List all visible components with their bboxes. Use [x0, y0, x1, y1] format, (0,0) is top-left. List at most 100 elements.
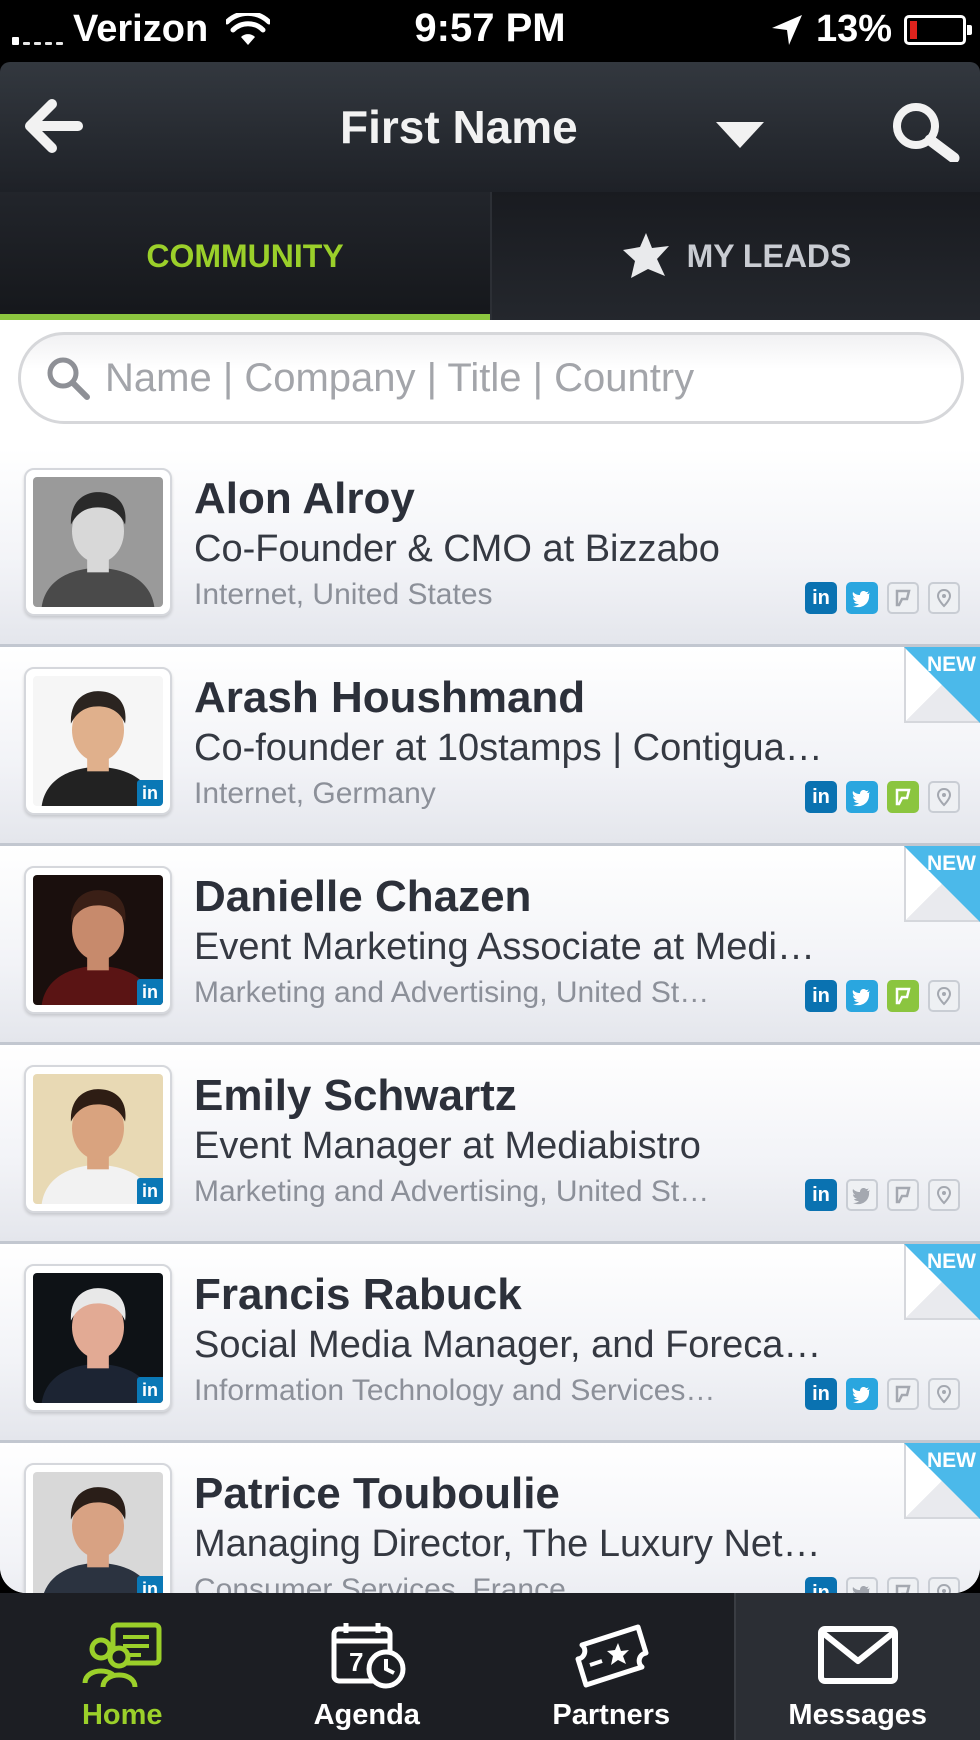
twitter-icon[interactable]: [846, 781, 878, 813]
linkedin-badge-icon: in: [137, 1178, 163, 1204]
profile-photo: in: [33, 1273, 163, 1403]
new-ribbon: NEW: [904, 1443, 980, 1519]
tab-partners-label: Partners: [552, 1699, 671, 1731]
twitter-icon[interactable]: [846, 1179, 878, 1211]
linkedin-badge-icon: in: [137, 979, 163, 1005]
new-ribbon: NEW: [904, 846, 980, 922]
person-row[interactable]: in Danielle Chazen Event Marketing Assoc…: [0, 846, 980, 1045]
person-title: Managing Director, The Luxury Net…: [194, 1523, 821, 1565]
status-bar: Verizon 9:57 PM 13%: [0, 0, 980, 62]
person-title: Social Media Manager, and Foreca…: [194, 1324, 822, 1366]
twitter-icon[interactable]: [846, 980, 878, 1012]
person-title: Co-Founder & CMO at Bizzabo: [194, 528, 720, 570]
person-industry-location: Information Technology and Services…: [194, 1374, 716, 1407]
search-area: [0, 320, 980, 448]
people-list: Alon Alroy Co-Founder & CMO at Bizzabo I…: [0, 448, 980, 1593]
avatar[interactable]: in: [24, 866, 172, 1014]
social-links: in: [805, 781, 960, 813]
profile-photo: in: [33, 676, 163, 806]
social-links: in: [805, 582, 960, 614]
person-row[interactable]: in Patrice Touboulie Managing Director, …: [0, 1443, 980, 1593]
foursquare-icon[interactable]: [887, 1378, 919, 1410]
person-name: Emily Schwartz: [194, 1071, 517, 1120]
avatar[interactable]: in: [24, 1065, 172, 1213]
location-arrow-icon: [771, 14, 802, 45]
tab-community[interactable]: COMMUNITY: [0, 192, 490, 320]
avatar[interactable]: in: [24, 1264, 172, 1412]
location-pin-icon[interactable]: [928, 582, 960, 614]
person-title: Event Marketing Associate at Medi…: [194, 926, 815, 968]
location-pin-icon[interactable]: [928, 781, 960, 813]
tab-home[interactable]: Home: [0, 1593, 245, 1740]
search-icon[interactable]: [890, 100, 962, 162]
linkedin-icon[interactable]: in: [805, 582, 837, 614]
person-name: Alon Alroy: [194, 474, 415, 523]
linkedin-icon[interactable]: in: [805, 1179, 837, 1211]
segment-tabs: COMMUNITY MY LEADS: [0, 192, 980, 320]
person-name: Patrice Touboulie: [194, 1469, 560, 1518]
new-label: NEW: [927, 653, 976, 676]
tab-my-leads[interactable]: MY LEADS: [490, 192, 980, 320]
tab-agenda-label: Agenda: [313, 1699, 420, 1731]
foursquare-icon[interactable]: [887, 781, 919, 813]
linkedin-badge-icon: in: [137, 1576, 163, 1593]
person-row[interactable]: in Emily Schwartz Event Manager at Media…: [0, 1045, 980, 1244]
navigation-bar: First Name: [0, 62, 980, 192]
person-name: Arash Houshmand: [194, 673, 586, 722]
linkedin-icon[interactable]: in: [805, 980, 837, 1012]
twitter-icon[interactable]: [846, 1577, 878, 1593]
social-links: in: [805, 980, 960, 1012]
person-name: Francis Rabuck: [194, 1270, 522, 1319]
new-label: NEW: [927, 852, 976, 875]
social-links: in: [805, 1179, 960, 1211]
tab-community-label: COMMUNITY: [146, 237, 344, 274]
profile-photo: [33, 477, 163, 607]
svg-text:7: 7: [349, 1647, 363, 1677]
person-industry-location: Marketing and Advertising, United St…: [194, 1175, 710, 1208]
sort-title[interactable]: First Name: [340, 100, 578, 154]
new-ribbon: NEW: [904, 647, 980, 723]
location-pin-icon[interactable]: [928, 1378, 960, 1410]
status-right: 13%: [770, 8, 972, 51]
linkedin-icon[interactable]: in: [805, 1378, 837, 1410]
person-title: Event Manager at Mediabistro: [194, 1125, 701, 1167]
foursquare-icon[interactable]: [887, 980, 919, 1012]
tab-agenda[interactable]: 7 Agenda: [245, 1593, 490, 1740]
twitter-icon[interactable]: [846, 1378, 878, 1410]
search-box[interactable]: [18, 332, 964, 424]
foursquare-icon[interactable]: [887, 582, 919, 614]
home-community-icon: [82, 1622, 162, 1688]
new-ribbon: NEW: [904, 1244, 980, 1320]
location-pin-icon[interactable]: [928, 980, 960, 1012]
person-industry-location: Internet, United States: [194, 578, 493, 611]
avatar[interactable]: [24, 468, 172, 616]
foursquare-icon[interactable]: [887, 1179, 919, 1211]
search-input[interactable]: [105, 355, 905, 401]
tab-home-label: Home: [81, 1699, 163, 1731]
linkedin-icon[interactable]: in: [805, 1577, 837, 1593]
location-pin-icon[interactable]: [928, 1577, 960, 1593]
profile-photo: in: [33, 1074, 163, 1204]
sort-dropdown-caret-icon[interactable]: [716, 122, 764, 148]
social-links: in: [805, 1378, 960, 1410]
messages-envelope-icon: [817, 1626, 898, 1684]
twitter-icon[interactable]: [846, 582, 878, 614]
tab-messages[interactable]: Messages: [733, 1593, 980, 1740]
star-badge-icon: [622, 233, 669, 278]
linkedin-icon[interactable]: in: [805, 781, 837, 813]
tab-partners[interactable]: Partners: [489, 1593, 734, 1740]
person-row[interactable]: Alon Alroy Co-Founder & CMO at Bizzabo I…: [0, 448, 980, 647]
battery-percent: 13%: [815, 8, 892, 50]
agenda-calendar-icon: 7: [331, 1623, 406, 1689]
avatar[interactable]: in: [24, 1463, 172, 1593]
search-icon: [47, 357, 90, 400]
person-row[interactable]: in Francis Rabuck Social Media Manager, …: [0, 1244, 980, 1443]
person-row[interactable]: in Arash Houshmand Co-founder at 10stamp…: [0, 647, 980, 846]
tab-messages-label: Messages: [788, 1699, 928, 1731]
back-arrow-icon[interactable]: [22, 98, 84, 154]
new-label: NEW: [927, 1250, 976, 1273]
location-pin-icon[interactable]: [928, 1179, 960, 1211]
social-links: in: [805, 1577, 960, 1593]
foursquare-icon[interactable]: [887, 1577, 919, 1593]
avatar[interactable]: in: [24, 667, 172, 815]
